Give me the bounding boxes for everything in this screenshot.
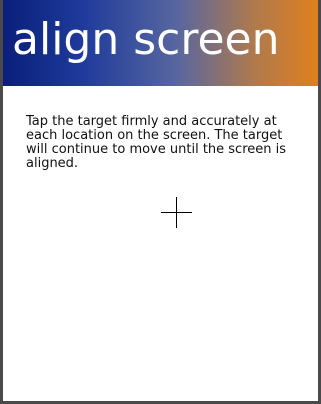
crosshair-vertical-line <box>176 197 177 228</box>
align-screen-window: align screen Tap the target firmly and a… <box>0 0 321 404</box>
page-title: align screen <box>12 14 280 65</box>
crosshair-icon[interactable] <box>161 197 192 228</box>
instructions-text: Tap the target firmly and accurately at … <box>26 114 287 171</box>
title-bar: align screen <box>3 0 318 86</box>
